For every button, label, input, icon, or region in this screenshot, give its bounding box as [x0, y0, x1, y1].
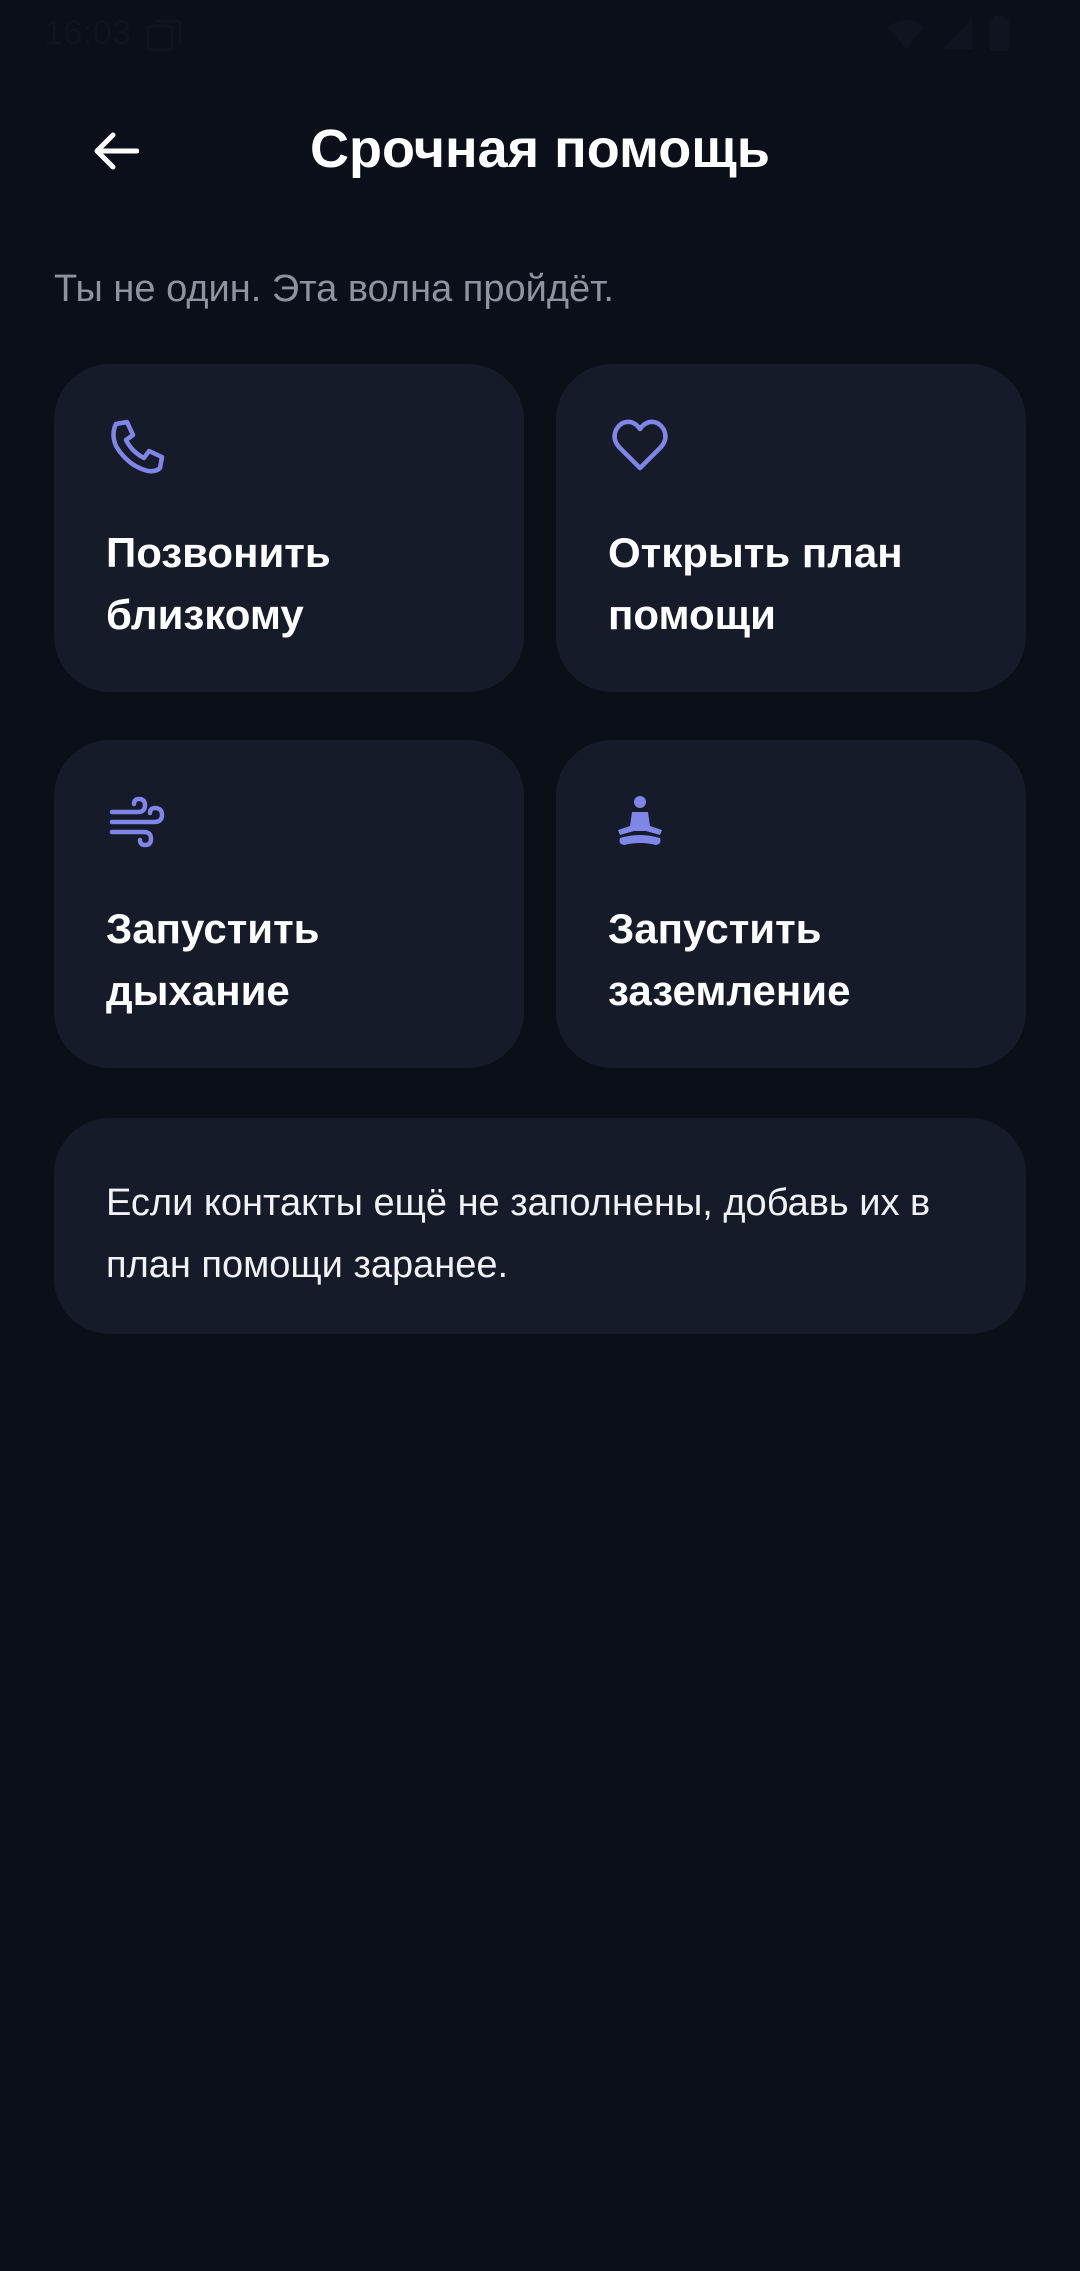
call-loved-one-card[interactable]: Позвонить близкому	[54, 364, 524, 692]
page-title: Срочная помощь	[309, 119, 770, 179]
contacts-hint-text: Если контакты ещё не заполнены, добавь и…	[106, 1182, 931, 1286]
status-bar: 16:03	[0, 0, 1080, 70]
screen-record-icon	[146, 19, 182, 52]
wind-icon	[109, 796, 165, 848]
battery-icon	[989, 16, 1009, 51]
header: Срочная помощь	[0, 100, 1080, 200]
contacts-hint-box: Если контакты ещё не заполнены, добавь и…	[54, 1118, 1026, 1334]
card-label: Позвонить близкому	[106, 529, 331, 638]
phone-icon	[111, 419, 165, 474]
start-grounding-card[interactable]: Запустить заземление	[556, 740, 1026, 1068]
subtitle: Ты не один. Эта волна пройдёт.	[54, 268, 614, 310]
start-breathing-card[interactable]: Запустить дыхание	[54, 740, 524, 1068]
card-label: Запустить заземление	[608, 905, 851, 1014]
card-label: Открыть план помощи	[608, 529, 903, 638]
meditation-icon	[618, 796, 662, 845]
signal-icon	[942, 19, 972, 49]
open-help-plan-card[interactable]: Открыть план помощи	[556, 364, 1026, 692]
card-label: Запустить дыхание	[106, 905, 320, 1014]
status-icons	[886, 16, 1010, 52]
status-time: 16:03	[44, 14, 132, 52]
wifi-icon	[888, 20, 924, 49]
heart-icon	[612, 419, 668, 471]
